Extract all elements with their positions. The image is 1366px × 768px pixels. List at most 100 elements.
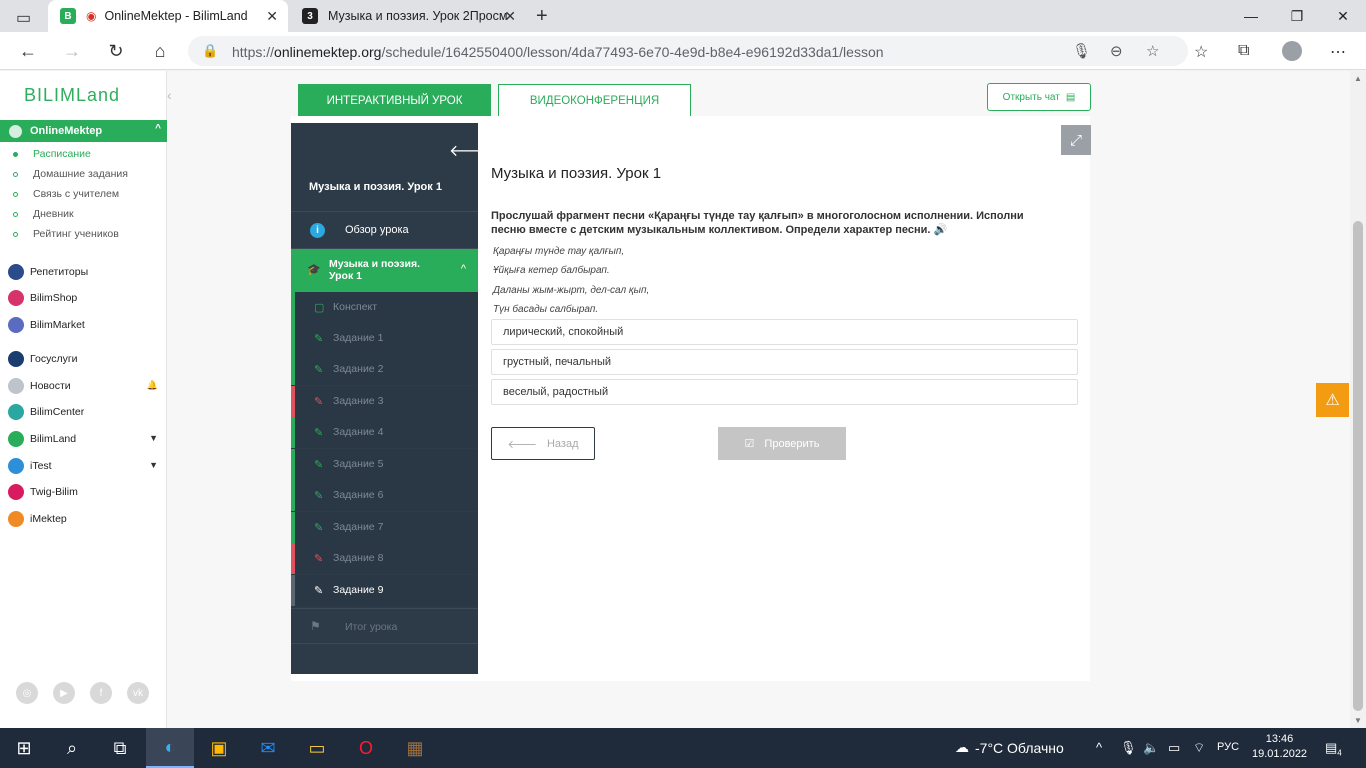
network-icon[interactable]: ⌔ — [1193, 740, 1205, 756]
close-tab-icon[interactable]: ✕ — [504, 8, 516, 25]
microphone-icon[interactable]: 🎙 — [1072, 42, 1091, 60]
warning-icon[interactable]: ⚠ — [1316, 383, 1349, 417]
lesson-subitem-task[interactable]: ✎ Задание 6 — [291, 480, 478, 511]
lesson-item-current[interactable]: 🎓 Музыка и поэзия. Урок 1 ^ — [291, 248, 478, 292]
sidebar-item-tutors[interactable]: Репетиторы — [8, 264, 88, 280]
forward-icon[interactable]: → — [60, 40, 84, 62]
mail-icon[interactable]: ✉ — [244, 728, 292, 768]
back-arrow-icon[interactable]: 🡐 — [449, 140, 492, 161]
maximize-icon[interactable]: ❐ — [1274, 0, 1320, 32]
task-view-icon[interactable]: ⧉ — [96, 728, 144, 768]
lesson-subitem-task[interactable]: ✎ Задание 4 — [291, 417, 478, 448]
language-indicator[interactable]: РУС — [1217, 741, 1239, 753]
check-button[interactable]: ☑ Проверить — [718, 427, 846, 460]
sidebar-item-bilimcenter[interactable]: BilimCenter — [8, 404, 84, 420]
speaker-icon[interactable]: 🔊 — [934, 224, 948, 236]
start-icon[interactable]: ⊞ — [0, 728, 48, 768]
sidebar-item-rating[interactable]: Рейтинг учеников — [33, 228, 119, 240]
edit-icon: ✎ — [314, 396, 324, 408]
lesson-subitem-task[interactable]: ✎ Задание 2 — [291, 354, 478, 385]
close-tab-icon[interactable]: ✕ — [266, 8, 278, 25]
chevron-down-icon[interactable]: ▼ — [149, 460, 158, 470]
notifications-icon[interactable]: ▤4 — [1325, 740, 1342, 758]
lesson-subitem-notes[interactable]: ▢ Конспект — [291, 292, 478, 323]
sidebar-item-news[interactable]: Новости — [8, 378, 71, 394]
sidebar-item-teacher-contact[interactable]: Связь с учителем — [33, 188, 119, 200]
lesson-summary-item[interactable]: ⚑ Итог урока — [291, 608, 478, 644]
sidebar-item-bilimshop[interactable]: BilimShop — [8, 290, 77, 306]
arrow-left-icon: 🡐 — [507, 438, 537, 451]
instagram-icon[interactable]: ◎ — [16, 682, 38, 704]
poem-line: Қараңғы түнде тау қалғып, — [493, 246, 625, 257]
fullscreen-icon[interactable]: ⤢ — [1061, 125, 1091, 155]
search-icon[interactable]: ⌕ — [48, 728, 96, 768]
edge-icon[interactable]: ◐ — [146, 728, 194, 768]
sidebar-item-bilimmarket[interactable]: BilimMarket — [8, 317, 85, 333]
sidebar-item-bilimland[interactable]: BilimLand — [8, 431, 76, 447]
minimize-icon[interactable]: — — [1228, 0, 1274, 32]
vk-icon[interactable]: vk — [127, 682, 149, 704]
add-favorite-icon[interactable]: ☆ — [1146, 42, 1159, 60]
sidebar-item-twig[interactable]: Twig-Bilim — [8, 484, 78, 500]
back-icon[interactable]: ← — [16, 40, 40, 62]
bilimland-logo[interactable]: BILIMLand — [24, 85, 120, 106]
sidebar-item-schedule[interactable]: Расписание — [33, 148, 91, 160]
open-chat-button[interactable]: Открыть чат ▤ — [987, 83, 1091, 111]
onlinemektep-section[interactable]: OnlineMektep ^ — [0, 120, 167, 142]
lesson-overview-label: Обзор урока — [345, 224, 409, 236]
lesson-subitem-task[interactable]: ✎ Задание 1 — [291, 323, 478, 354]
lesson-subitem-task[interactable]: ✎ Задание 3 — [291, 386, 478, 417]
reload-icon[interactable]: ↻ — [104, 40, 128, 62]
answer-option[interactable]: грустный, печальный — [491, 349, 1078, 375]
bullet-icon — [13, 232, 18, 237]
more-icon[interactable]: ⋯ — [1330, 42, 1346, 62]
new-tab-icon[interactable]: + — [536, 5, 548, 28]
microphone-icon[interactable]: 🎙 — [1120, 740, 1137, 756]
sidebar-item-imektep[interactable]: iMektep — [8, 511, 67, 527]
youtube-icon[interactable]: ▶ — [53, 682, 75, 704]
home-icon[interactable]: ⌂ — [148, 40, 172, 62]
browser-tab-lesson[interactable]: 3 Музыка и поэзия. Урок 2Просм ✕ — [290, 0, 526, 32]
volume-icon[interactable]: 🔈 — [1143, 740, 1159, 756]
tab-interactive-lesson[interactable]: ИНТЕРАКТИВНЫЙ УРОК — [298, 84, 491, 117]
page-scrollbar[interactable]: ▲ ▼ — [1350, 71, 1366, 728]
address-bar[interactable]: 🔒 https://onlinemektep.org/schedule/1642… — [188, 36, 1188, 66]
open-chat-label: Открыть чат — [1002, 91, 1060, 103]
collections-icon[interactable]: ⧉ — [1238, 42, 1249, 60]
favorites-icon[interactable]: ☆ — [1194, 42, 1208, 62]
chevron-down-icon[interactable]: ▼ — [149, 433, 158, 443]
lesson-subitem-task-current[interactable]: ✎ Задание 9 — [291, 575, 478, 606]
tab-videoconference[interactable]: ВИДЕОКОНФЕРЕНЦИЯ — [498, 84, 691, 117]
scroll-up-icon[interactable]: ▲ — [1354, 74, 1362, 83]
lesson-subitem-task[interactable]: ✎ Задание 5 — [291, 449, 478, 480]
explorer-icon[interactable]: ▭ — [293, 728, 341, 768]
facebook-icon[interactable]: f — [90, 682, 112, 704]
weather-widget[interactable]: ☁ -7°C Облачно — [955, 739, 1064, 756]
opera-icon[interactable]: O — [342, 728, 390, 768]
lesson-subitem-task[interactable]: ✎ Задание 8 — [291, 543, 478, 574]
answer-option[interactable]: веселый, радостный — [491, 379, 1078, 405]
bullet-icon — [13, 212, 18, 217]
lesson-subitem-task[interactable]: ✎ Задание 7 — [291, 512, 478, 543]
lesson-overview-item[interactable]: i Обзор урока — [291, 211, 478, 248]
answer-option[interactable]: лирический, спокойный — [491, 319, 1078, 345]
profile-icon[interactable] — [1282, 41, 1302, 61]
back-button[interactable]: 🡐 Назад — [491, 427, 595, 460]
zoom-icon[interactable]: ⊖ — [1110, 42, 1123, 60]
collapse-sidebar-icon[interactable]: ‹ — [167, 87, 172, 103]
sidebar-item-diary[interactable]: Дневник — [33, 208, 74, 220]
sidebar-item-gosuslugi[interactable]: Госуслуги — [8, 351, 78, 367]
store-icon[interactable]: ▣ — [195, 728, 243, 768]
browser-tab-onlinemektep[interactable]: B ◉ OnlineMektep - BilimLand ✕ — [48, 0, 288, 32]
tab-actions-icon[interactable]: ▭ — [16, 8, 31, 28]
chevron-up-icon[interactable]: ^ — [1096, 740, 1102, 755]
url-text: https://onlinemektep.org/schedule/164255… — [232, 44, 884, 60]
sidebar-item-itest[interactable]: iTest — [8, 458, 52, 474]
battery-icon[interactable]: ▭ — [1168, 740, 1180, 756]
minecraft-icon[interactable]: ▦ — [391, 728, 439, 768]
scroll-thumb[interactable] — [1353, 221, 1363, 711]
close-window-icon[interactable]: ✕ — [1320, 0, 1366, 32]
scroll-down-icon[interactable]: ▼ — [1354, 716, 1362, 725]
sidebar-item-homework[interactable]: Домашние задания — [33, 168, 128, 180]
clock[interactable]: 13:46 19.01.2022 — [1252, 732, 1307, 762]
